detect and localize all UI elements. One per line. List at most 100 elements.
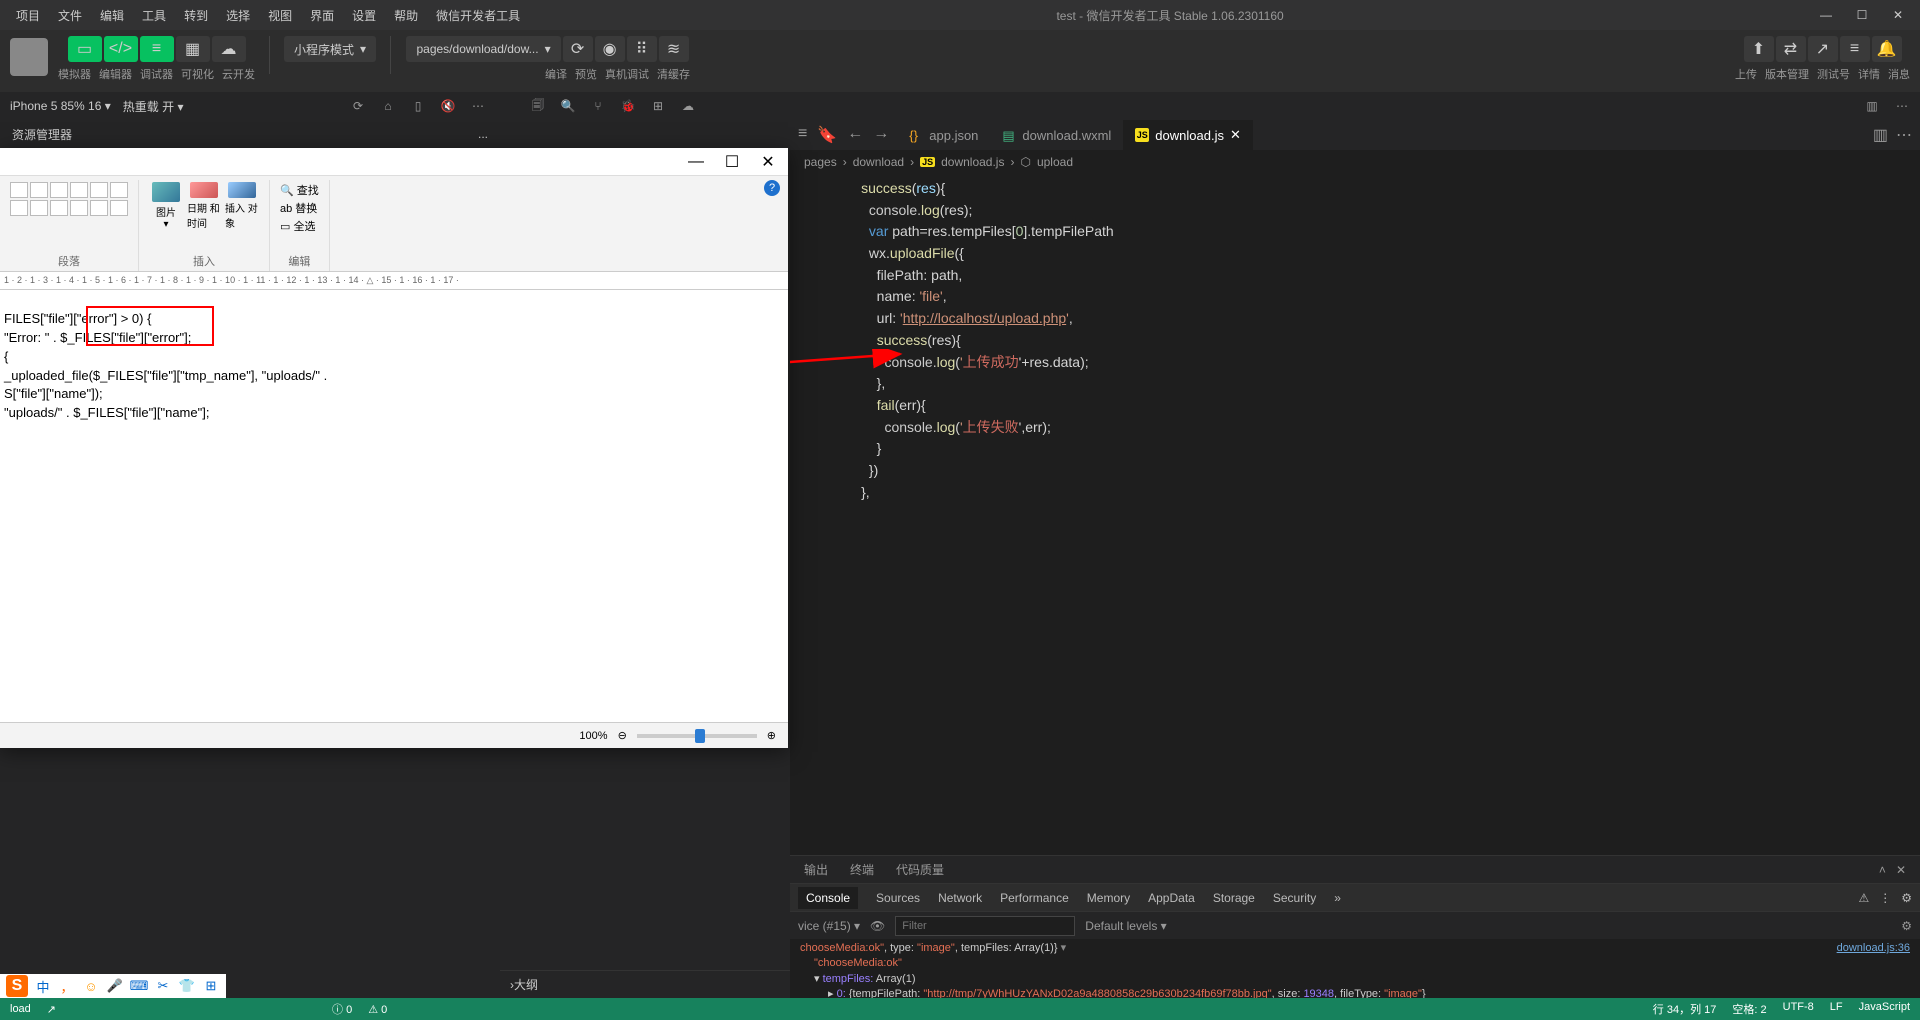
- menu-edit[interactable]: 编辑: [92, 3, 132, 28]
- visual-toggle[interactable]: ▦: [176, 36, 210, 62]
- code-editor[interactable]: success(res){ console.log(res); var path…: [790, 174, 1920, 855]
- status-errors[interactable]: ⓘ 0: [332, 1001, 352, 1017]
- files-icon[interactable]: 🗐: [526, 96, 550, 116]
- debug-icon[interactable]: 🐞: [616, 96, 640, 116]
- dt-network[interactable]: Network: [938, 891, 982, 905]
- menu-ui[interactable]: 界面: [302, 3, 342, 28]
- compile-button[interactable]: ⟳: [563, 36, 593, 62]
- dt-appdata[interactable]: AppData: [1148, 891, 1195, 905]
- justify-icon[interactable]: [70, 200, 88, 216]
- word-max-button[interactable]: ☐: [720, 152, 744, 172]
- tab-appjson[interactable]: {}app.json: [897, 120, 990, 150]
- split-icon[interactable]: ▥: [1873, 125, 1888, 145]
- menu-file[interactable]: 文件: [50, 3, 90, 28]
- menu-view[interactable]: 视图: [260, 3, 300, 28]
- menu-select[interactable]: 选择: [218, 3, 258, 28]
- outline-panel[interactable]: › 大纲: [500, 970, 790, 998]
- clear-cache-button[interactable]: ≋: [659, 36, 689, 62]
- avatar[interactable]: [10, 38, 48, 76]
- back-icon[interactable]: ←: [847, 125, 863, 145]
- tab-downloadjs[interactable]: JSdownload.js✕: [1123, 120, 1253, 150]
- dt-perf[interactable]: Performance: [1000, 891, 1069, 905]
- status-eol[interactable]: LF: [1830, 1001, 1843, 1017]
- align-right-icon[interactable]: [50, 200, 68, 216]
- status-cursor[interactable]: 行 34，列 17: [1653, 1001, 1717, 1017]
- upload-button[interactable]: ⬆: [1744, 36, 1774, 62]
- menu-settings[interactable]: 设置: [344, 3, 384, 28]
- status-encoding[interactable]: UTF-8: [1783, 1001, 1814, 1017]
- home-icon[interactable]: ⌂: [376, 96, 400, 116]
- dt-more[interactable]: »: [1334, 891, 1341, 905]
- menu-goto[interactable]: 转到: [176, 3, 216, 28]
- panel-up-icon[interactable]: ˄: [1879, 863, 1886, 877]
- version-button[interactable]: ⇄: [1776, 36, 1806, 62]
- ime-lang[interactable]: 中: [34, 977, 52, 995]
- selectall-button[interactable]: ▭ 全选: [280, 218, 319, 234]
- multilevel-icon[interactable]: [50, 182, 68, 198]
- detail-button[interactable]: ≡: [1840, 36, 1870, 62]
- debugger-toggle[interactable]: ≡: [140, 36, 174, 62]
- ime-clip-icon[interactable]: ✂: [154, 977, 172, 995]
- shading-icon[interactable]: [110, 200, 128, 216]
- dt-console[interactable]: Console: [798, 887, 858, 909]
- simulator-toggle[interactable]: ▭: [68, 36, 102, 62]
- ime-logo-icon[interactable]: S: [6, 975, 28, 997]
- word-min-button[interactable]: —: [684, 153, 708, 171]
- levels-select[interactable]: Default levels ▾: [1085, 919, 1166, 933]
- status-warnings[interactable]: ⚠ 0: [368, 1003, 387, 1016]
- console-settings-icon[interactable]: ⚙: [1901, 919, 1912, 933]
- minimize-button[interactable]: —: [1812, 5, 1840, 25]
- explorer-more[interactable]: ...: [478, 127, 488, 141]
- menu-tools[interactable]: 工具: [134, 3, 174, 28]
- hotreload-toggle[interactable]: 热重载 开 ▾: [123, 98, 184, 115]
- remote-debug-button[interactable]: ⠿: [627, 36, 657, 62]
- ime-keyboard-icon[interactable]: ⌨: [130, 977, 148, 995]
- more-icon[interactable]: ⋯: [1890, 96, 1914, 116]
- ime-punc[interactable]: ，: [58, 977, 76, 995]
- panel-codequality[interactable]: 代码质量: [896, 861, 944, 878]
- ext-icon[interactable]: ⊞: [646, 96, 670, 116]
- panel-output[interactable]: 输出: [804, 861, 828, 878]
- sort-icon[interactable]: [110, 182, 128, 198]
- search-icon[interactable]: 🔍: [556, 96, 580, 116]
- zoom-in[interactable]: ⊕: [767, 729, 776, 742]
- dt-memory[interactable]: Memory: [1087, 891, 1130, 905]
- dt-warn-icon[interactable]: ⚠: [1858, 891, 1869, 905]
- phone-icon[interactable]: ▯: [406, 96, 430, 116]
- replace-button[interactable]: ab 替换: [280, 200, 319, 216]
- preview-button[interactable]: ◉: [595, 36, 625, 62]
- console-source-link[interactable]: download.js:36: [1837, 941, 1910, 956]
- filter-input[interactable]: [895, 916, 1075, 936]
- menu-project[interactable]: 项目: [8, 3, 48, 28]
- tab-close-icon[interactable]: ✕: [1230, 127, 1241, 143]
- status-lang[interactable]: JavaScript: [1859, 1001, 1910, 1017]
- status-indent[interactable]: 空格: 2: [1732, 1001, 1766, 1017]
- menu-help[interactable]: 帮助: [386, 3, 426, 28]
- layout-icon[interactable]: ▥: [1860, 96, 1884, 116]
- mute-icon[interactable]: 🔇: [436, 96, 460, 116]
- cloud-toggle[interactable]: ☁: [212, 36, 246, 62]
- menu-devtools[interactable]: 微信开发者工具: [428, 3, 528, 28]
- breadcrumb[interactable]: pages›download›JSdownload.js›⬡upload: [790, 150, 1920, 174]
- close-button[interactable]: ✕: [1884, 5, 1912, 25]
- tab-wxml[interactable]: ▤download.wxml: [990, 120, 1123, 150]
- cloud-icon[interactable]: ☁: [676, 96, 700, 116]
- dt-sources[interactable]: Sources: [876, 891, 920, 905]
- page-select[interactable]: pages/download/dow...▾: [406, 36, 560, 62]
- insert-date[interactable]: 日期 和时间: [187, 182, 221, 230]
- dt-storage[interactable]: Storage: [1213, 891, 1255, 905]
- refresh-icon[interactable]: ⟳: [346, 96, 370, 116]
- dt-settings-icon[interactable]: ⚙: [1901, 891, 1912, 905]
- editor-nav-icon[interactable]: ≡: [798, 125, 807, 145]
- ime-voice-icon[interactable]: 🎤: [106, 977, 124, 995]
- ime-tool-icon[interactable]: ⊞: [202, 977, 220, 995]
- ime-skin-icon[interactable]: 👕: [178, 977, 196, 995]
- insert-picture[interactable]: 图片▾: [149, 182, 183, 230]
- device-select[interactable]: iPhone 5 85% 16 ▾: [10, 99, 111, 113]
- context-select[interactable]: vice (#15) ▾: [798, 919, 860, 933]
- indent-inc-icon[interactable]: [90, 182, 108, 198]
- dt-security[interactable]: Security: [1273, 891, 1316, 905]
- testid-button[interactable]: ↗: [1808, 36, 1838, 62]
- fwd-icon[interactable]: →: [873, 125, 889, 145]
- word-close-button[interactable]: ✕: [756, 152, 780, 172]
